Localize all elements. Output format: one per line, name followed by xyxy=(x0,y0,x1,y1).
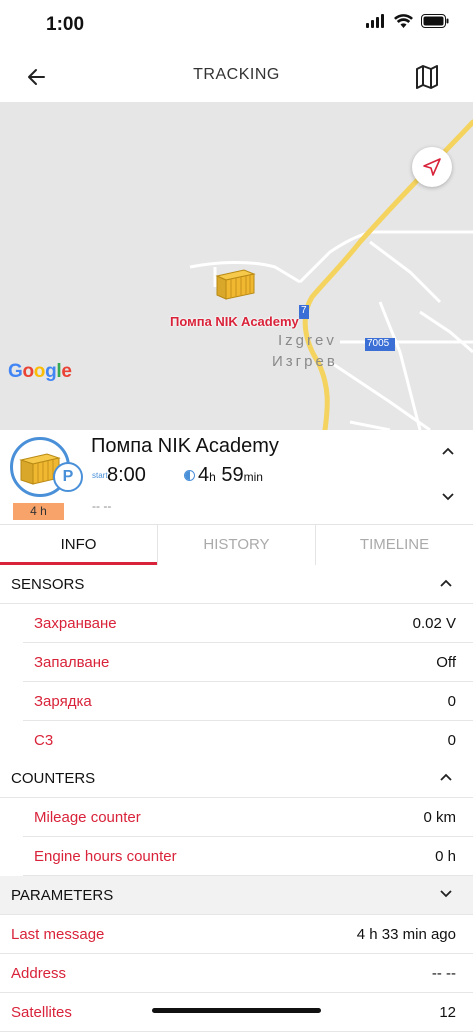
section-sensors-title: SENSORS xyxy=(11,576,85,593)
chevron-up-icon[interactable] xyxy=(441,446,455,456)
object-extra: -- -- xyxy=(92,499,112,513)
param-label: Last message xyxy=(11,926,105,943)
section-parameters-title: PARAMETERS xyxy=(11,887,114,904)
map-view[interactable]: 7 7005 Помпа NIK Academy Izgrev Изгрев G… xyxy=(0,102,473,430)
sensor-row: C3 0 xyxy=(0,721,473,760)
param-row: Last message 4 h 33 min ago xyxy=(0,915,473,954)
chevron-down-icon[interactable] xyxy=(441,492,455,502)
tab-history[interactable]: HISTORY xyxy=(158,525,316,565)
sensor-row: Зарядка 0 xyxy=(0,682,473,721)
param-row: Address -- -- xyxy=(0,954,473,993)
map-town-cyrillic: Изгрев xyxy=(272,353,338,370)
counter-row: Engine hours counter 0 h xyxy=(0,837,473,876)
tab-timeline[interactable]: TIMELINE xyxy=(316,525,473,565)
duration-text: 4h 59min xyxy=(198,464,263,486)
sensor-value: 0 xyxy=(447,732,456,749)
section-counters[interactable]: COUNTERS xyxy=(0,759,473,798)
page-title: TRACKING xyxy=(193,66,280,83)
status-icons xyxy=(366,14,449,28)
param-value: 12 xyxy=(439,1004,456,1021)
sensor-row: Запалване Off xyxy=(0,643,473,682)
sensor-label: Запалване xyxy=(34,654,110,671)
chevron-up-icon xyxy=(440,579,452,587)
home-indicator[interactable] xyxy=(152,1008,321,1013)
tab-info[interactable]: INFO xyxy=(0,525,158,565)
object-name: Помпа NIK Academy xyxy=(91,435,279,457)
sensor-value: 0 xyxy=(447,693,456,710)
sensor-label: C3 xyxy=(34,732,54,749)
sensor-value: Off xyxy=(436,654,456,671)
sensor-value: 0.02 V xyxy=(412,615,456,632)
chevron-down-icon xyxy=(440,890,452,898)
section-counters-title: COUNTERS xyxy=(11,770,96,787)
chevron-up-icon xyxy=(440,773,452,781)
status-time: 1:00 xyxy=(46,14,85,35)
location-arrow-icon xyxy=(423,158,441,176)
container-marker-icon[interactable] xyxy=(214,266,256,300)
start-label: start xyxy=(92,471,108,480)
counter-value: 0 h xyxy=(435,848,456,865)
duration-clock-icon xyxy=(184,470,195,481)
counter-value: 0 km xyxy=(423,809,456,826)
param-value: -- -- xyxy=(431,965,456,982)
nav-bar: TRACKING xyxy=(0,52,473,102)
my-location-button[interactable] xyxy=(412,147,452,187)
start-time: 8:00 xyxy=(107,464,146,486)
signal-icon xyxy=(366,14,384,28)
road-badge-small: 7 xyxy=(301,305,307,316)
section-sensors[interactable]: SENSORS xyxy=(0,565,473,604)
counter-row: Mileage counter 0 km xyxy=(0,798,473,837)
map-town-latin: Izgrev xyxy=(278,332,337,349)
map-icon[interactable] xyxy=(415,64,439,90)
parking-badge: P xyxy=(53,462,83,492)
sensor-row: Захранване 0.02 V xyxy=(0,604,473,643)
sensor-label: Зарядка xyxy=(34,693,92,710)
wifi-icon xyxy=(394,14,413,28)
google-logo: Google xyxy=(8,361,72,382)
counter-label: Engine hours counter xyxy=(34,848,177,865)
tab-bar: INFO HISTORY TIMELINE xyxy=(0,524,473,565)
section-parameters[interactable]: PARAMETERS xyxy=(0,876,473,915)
duration-badge: 4 h xyxy=(13,503,64,520)
road-badge-7005: 7005 xyxy=(367,338,390,349)
status-bar: 1:00 xyxy=(0,0,473,52)
sensor-label: Захранване xyxy=(34,615,117,632)
param-value: 4 h 33 min ago xyxy=(356,926,456,943)
param-label: Address xyxy=(11,965,67,982)
param-label: Satellites xyxy=(11,1004,72,1021)
counter-label: Mileage counter xyxy=(34,809,141,826)
map-marker-label: Помпа NIK Academy xyxy=(170,314,299,329)
battery-icon xyxy=(421,14,449,28)
